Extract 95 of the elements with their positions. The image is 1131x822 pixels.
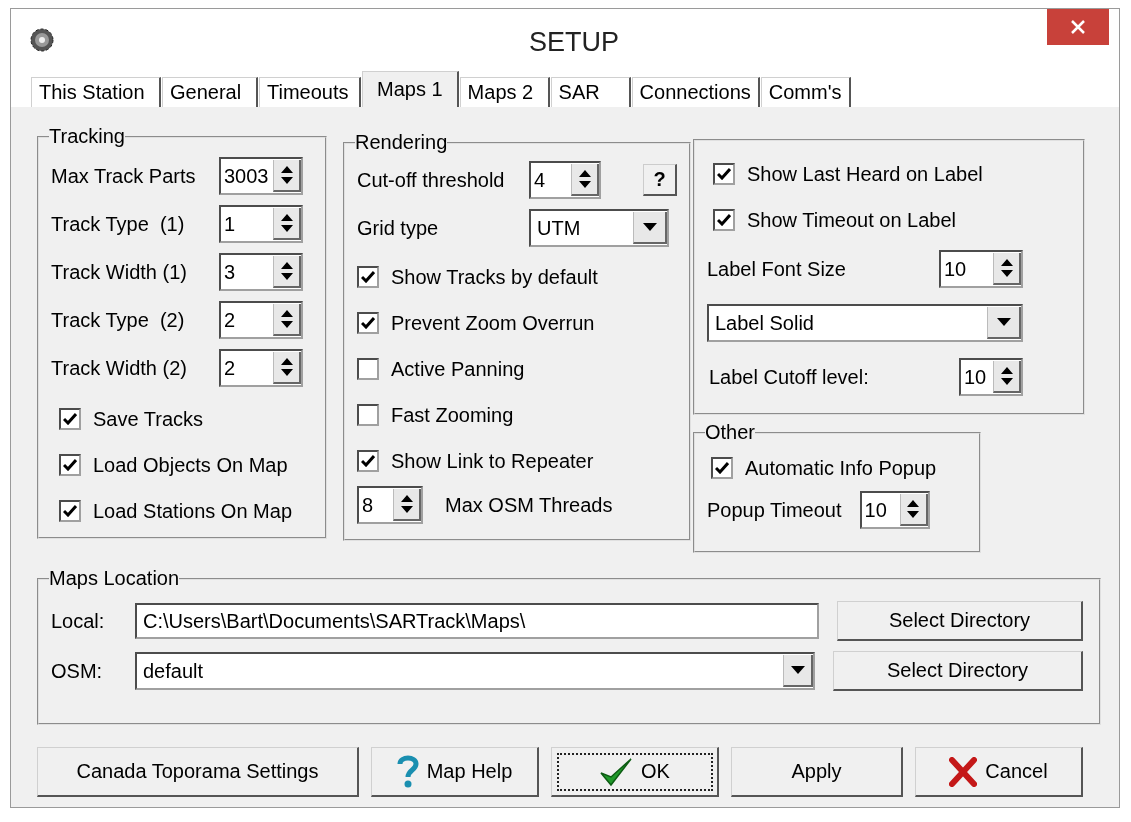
dialog-button[interactable]: Map Help [371, 747, 539, 797]
dialog-button[interactable]: Cancel [915, 747, 1083, 797]
spinner-arrows-icon[interactable] [273, 256, 301, 288]
checkbox[interactable] [713, 209, 735, 231]
group-title: Other [705, 421, 756, 444]
dialog-button[interactable]: Canada Toporama Settings [37, 747, 359, 797]
checkbox-label: Save Tracks [93, 407, 204, 431]
checkbox-label: Show Last Heard on Label [747, 162, 983, 186]
dropdown[interactable]: default [135, 652, 815, 690]
dropdown[interactable]: Label Solid [707, 304, 1023, 342]
select-directory-button[interactable]: Select Directory [837, 601, 1083, 641]
checkbox-label: Active Panning [391, 357, 525, 381]
checkbox[interactable] [59, 454, 81, 476]
spin-box[interactable]: 3003 [219, 157, 303, 195]
spin-box[interactable]: 4 [529, 161, 601, 199]
field-label: Track Type (1) [51, 212, 186, 236]
spin-box[interactable]: 2 [219, 301, 303, 339]
checkbox-label: Load Stations On Map [93, 499, 292, 523]
help-button[interactable]: ? [643, 164, 677, 196]
close-icon [1070, 19, 1086, 35]
group-title: Tracking [49, 125, 125, 148]
spin-box[interactable]: 10 [959, 358, 1023, 396]
spin-box[interactable]: 1 [219, 205, 303, 243]
checkmark-icon [717, 214, 731, 226]
close-button[interactable] [1047, 9, 1109, 45]
field-label: Track Type (2) [51, 308, 186, 332]
spinner-arrows-icon[interactable] [273, 352, 301, 384]
field-label: Max Track Parts [51, 164, 197, 188]
group-title: Maps Location [49, 567, 180, 590]
tab[interactable]: SAR [550, 77, 631, 107]
checkbox[interactable] [713, 163, 735, 185]
checkbox[interactable] [59, 408, 81, 430]
checkmark-icon [715, 462, 729, 474]
field-label: Max OSM Threads [445, 493, 613, 517]
checkbox[interactable] [357, 450, 379, 472]
spin-box[interactable]: 3 [219, 253, 303, 291]
checkbox-label: Show Timeout on Label [747, 208, 957, 232]
spinner-arrows-icon[interactable] [993, 253, 1021, 285]
window-title: SETUP [528, 25, 620, 58]
spinner-arrows-icon[interactable] [571, 164, 599, 196]
checkbox-label: Show Tracks by default [391, 265, 598, 289]
checkmark-icon [599, 756, 634, 787]
tab[interactable]: Maps 2 [459, 77, 550, 107]
checkbox[interactable] [357, 404, 379, 426]
dialog-button[interactable]: OK [551, 747, 719, 797]
tab[interactable]: General [162, 77, 258, 107]
spinner-arrows-icon[interactable] [273, 304, 301, 336]
tab[interactable]: This Station [31, 77, 161, 107]
checkbox[interactable] [711, 457, 733, 479]
select-directory-button[interactable]: Select Directory [833, 651, 1083, 691]
checkbox[interactable] [357, 266, 379, 288]
spinner-arrows-icon[interactable] [993, 361, 1021, 393]
checkmark-icon [361, 455, 375, 467]
tab[interactable]: Connections [631, 77, 760, 107]
field-label: Popup Timeout [707, 498, 842, 522]
checkmark-icon [63, 459, 77, 471]
field-label: Cut-off threshold [357, 168, 506, 192]
field-label: Local: [51, 609, 106, 633]
spinner-arrows-icon[interactable] [393, 489, 421, 521]
field-label: Grid type [357, 216, 440, 240]
checkmark-icon [63, 505, 77, 517]
spinner-arrows-icon[interactable] [273, 160, 301, 192]
spinner-arrows-icon[interactable] [899, 494, 928, 526]
checkbox[interactable] [357, 312, 379, 334]
field-label: Label Cutoff level: [708, 365, 870, 389]
gear-icon [29, 27, 55, 53]
spinner-arrows-icon[interactable] [273, 208, 301, 240]
field-label: Track Width (2) [51, 356, 188, 380]
checkbox-label: Automatic Info Popup [745, 456, 937, 480]
spin-box[interactable]: 10 [939, 250, 1023, 288]
dropdown[interactable]: UTM [529, 209, 669, 247]
checkbox[interactable] [357, 358, 379, 380]
dialog-button[interactable]: Apply [731, 747, 903, 797]
checkmark-icon [63, 413, 77, 425]
field-label: Label Font Size [707, 257, 847, 281]
spin-box[interactable]: 10 [859, 491, 930, 529]
question-mark-icon [396, 754, 419, 789]
checkmark-icon [361, 317, 375, 329]
tab[interactable]: Comm's [760, 77, 851, 107]
field-label: Track Width (1) [51, 260, 188, 284]
spin-box[interactable]: 2 [219, 349, 303, 387]
cross-icon [949, 756, 978, 787]
input-field[interactable]: C:\Users\Bart\Documents\SARTrack\Maps\ [135, 603, 819, 639]
checkmark-icon [361, 271, 375, 283]
checkbox-label: Fast Zooming [391, 403, 514, 427]
tab[interactable]: Maps 1 [362, 71, 459, 107]
checkbox-label: Prevent Zoom Overrun [391, 311, 595, 335]
tab[interactable]: Timeouts [259, 77, 361, 107]
checkbox-label: Load Objects On Map [93, 453, 288, 477]
checkbox[interactable] [59, 500, 81, 522]
checkmark-icon [717, 168, 731, 180]
checkbox-label: Show Link to Repeater [391, 449, 594, 473]
group-title: Rendering [355, 131, 448, 154]
field-label: OSM: [51, 659, 104, 683]
spin-box[interactable]: 8 [357, 486, 423, 524]
